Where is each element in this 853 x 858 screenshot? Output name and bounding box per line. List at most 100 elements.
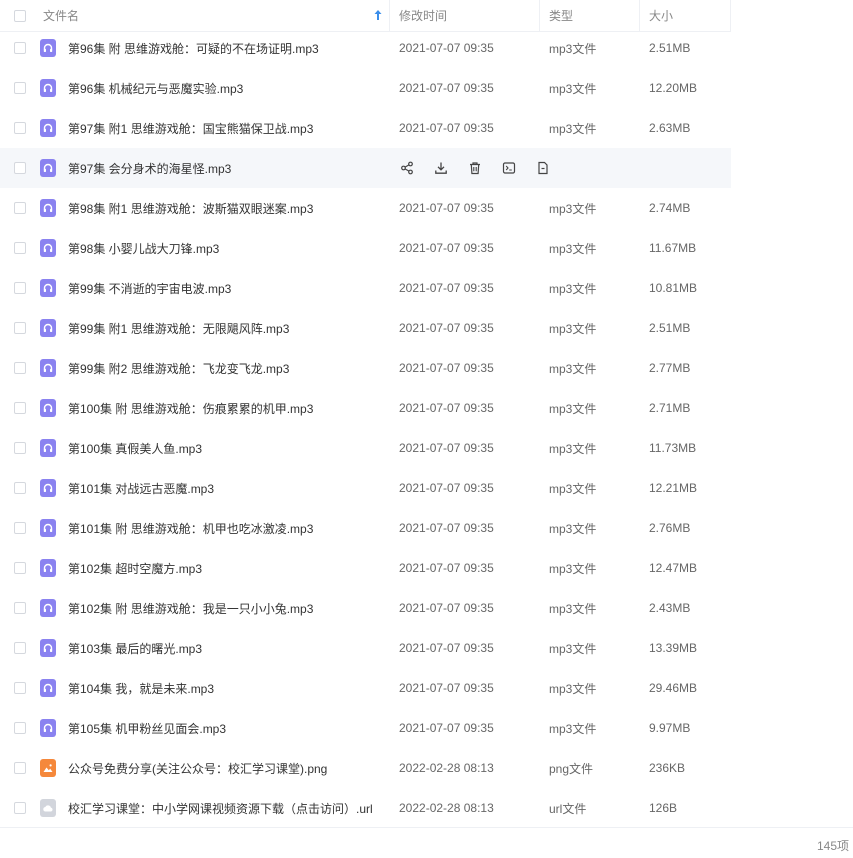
file-icon-cell (40, 519, 68, 537)
file-modified-time: 2021-07-07 09:35 (399, 441, 494, 455)
row-checkbox-cell (0, 722, 40, 734)
row-checkbox[interactable] (14, 802, 26, 814)
file-row[interactable]: 第98集 小婴儿战大刀锋.mp3 2021-07-07 09:35 mp3文件 11.… (0, 228, 731, 268)
file-row[interactable]: 第104集 我，就是未来.mp3 2021-07-07 09:35 mp3文件 29.… (0, 668, 731, 708)
file-size: 2.51MB (649, 41, 691, 55)
share-icon[interactable] (390, 158, 424, 178)
file-list: 第96集 附 思维游戏舱：可疑的不在场证明.mp3 2021-07-07 09:3… (0, 28, 731, 828)
row-checkbox[interactable] (14, 82, 26, 94)
row-checkbox-cell (0, 482, 40, 494)
sort-ascending-icon[interactable] (373, 9, 383, 21)
column-header-size[interactable]: 大小 (640, 0, 731, 31)
file-name[interactable]: 公众号免费分享(关注公众号：校汇学习课堂).png (68, 760, 390, 777)
file-type: mp3文件 (549, 321, 597, 336)
file-name[interactable]: 第101集 附 思维游戏舱：机甲也吃冰激凌.mp3 (68, 520, 390, 537)
row-checkbox[interactable] (14, 322, 26, 334)
file-type: url文件 (549, 801, 587, 816)
row-checkbox[interactable] (14, 202, 26, 214)
row-checkbox[interactable] (14, 362, 26, 374)
file-size: 2.63MB (649, 121, 691, 135)
file-size: 2.77MB (649, 361, 691, 375)
file-size: 126B (649, 801, 678, 815)
row-checkbox[interactable] (14, 642, 26, 654)
column-header-name[interactable]: 文件名 (40, 0, 390, 31)
file-name[interactable]: 第103集 最后的曙光.mp3 (68, 640, 390, 657)
file-row[interactable]: 第100集 真假美人鱼.mp3 2021-07-07 09:35 mp3文件 11.7… (0, 428, 731, 468)
file-name[interactable]: 第99集 附1 思维游戏舱：无限飓风阵.mp3 (68, 320, 390, 337)
file-name[interactable]: 第100集 附 思维游戏舱：伤痕累累的机甲.mp3 (68, 400, 390, 417)
row-checkbox[interactable] (14, 442, 26, 454)
row-checkbox[interactable] (14, 282, 26, 294)
row-checkbox[interactable] (14, 162, 26, 174)
file-name[interactable]: 第96集 附 思维游戏舱：可疑的不在场证明.mp3 (68, 40, 390, 57)
row-checkbox[interactable] (14, 402, 26, 414)
file-type: mp3文件 (549, 561, 597, 576)
file-row[interactable]: 第96集 机械纪元与恶魔实验.mp3 2021-07-07 09:35 mp3文件 1… (0, 68, 731, 108)
file-row[interactable]: 第99集 附2 思维游戏舱：飞龙变飞龙.mp3 2021-07-07 09:35 m… (0, 348, 731, 388)
file-modified-time: 2021-07-07 09:35 (399, 201, 494, 215)
file-name[interactable]: 第102集 超时空魔方.mp3 (68, 560, 390, 577)
file-type: mp3文件 (549, 281, 597, 296)
file-name[interactable]: 第101集 对战远古恶魔.mp3 (68, 480, 390, 497)
audio-file-icon (40, 359, 56, 377)
row-checkbox[interactable] (14, 562, 26, 574)
file-name[interactable]: 校汇学习课堂：中小学网课视频资源下载（点击访问）.url (68, 800, 390, 817)
file-row[interactable]: 第101集 附 思维游戏舱：机甲也吃冰激凌.mp3 2021-07-07 09:3… (0, 508, 731, 548)
file-name[interactable]: 第98集 小婴儿战大刀锋.mp3 (68, 240, 390, 257)
file-row[interactable]: 第96集 附 思维游戏舱：可疑的不在场证明.mp3 2021-07-07 09:3… (0, 28, 731, 68)
file-icon-cell (40, 759, 68, 777)
row-checkbox[interactable] (14, 762, 26, 774)
file-row[interactable]: 第98集 附1 思维游戏舱：波斯猫双眼迷案.mp3 2021-07-07 09:3… (0, 188, 731, 228)
file-row[interactable]: 第101集 对战远古恶魔.mp3 2021-07-07 09:35 mp3文件 12.… (0, 468, 731, 508)
delete-icon[interactable] (458, 158, 492, 178)
row-checkbox[interactable] (14, 42, 26, 54)
row-checkbox[interactable] (14, 482, 26, 494)
file-row[interactable]: 第102集 附 思维游戏舱：我是一只小小兔.mp3 2021-07-07 09:3… (0, 588, 731, 628)
download-icon[interactable] (424, 158, 458, 178)
file-name[interactable]: 第102集 附 思维游戏舱：我是一只小小兔.mp3 (68, 600, 390, 617)
more-icon[interactable] (526, 158, 560, 178)
row-checkbox-cell (0, 362, 40, 374)
file-name[interactable]: 第97集 会分身术的海星怪.mp3 (68, 160, 390, 177)
audio-file-icon (40, 159, 56, 177)
file-modified-time: 2021-07-07 09:35 (399, 481, 494, 495)
file-size: 2.71MB (649, 401, 691, 415)
file-row[interactable]: 第97集 附1 思维游戏舱：国宝熊猫保卫战.mp3 2021-07-07 09:3… (0, 108, 731, 148)
file-name[interactable]: 第99集 不消逝的宇宙电波.mp3 (68, 280, 390, 297)
row-checkbox[interactable] (14, 722, 26, 734)
file-size: 10.81MB (649, 281, 698, 295)
row-checkbox[interactable] (14, 522, 26, 534)
column-header-time-label: 修改时间 (399, 9, 448, 23)
row-checkbox[interactable] (14, 242, 26, 254)
file-modified-time: 2022-02-28 08:13 (399, 761, 494, 775)
file-row[interactable]: 第102集 超时空魔方.mp3 2021-07-07 09:35 mp3文件 12.4… (0, 548, 731, 588)
file-row[interactable]: 第105集 机甲粉丝见面会.mp3 2021-07-07 09:35 mp3文件 9.… (0, 708, 731, 748)
row-checkbox-cell (0, 602, 40, 614)
file-type: mp3文件 (549, 721, 597, 736)
file-row[interactable]: 第99集 不消逝的宇宙电波.mp3 2021-07-07 09:35 mp3文件 10… (0, 268, 731, 308)
row-checkbox[interactable] (14, 122, 26, 134)
file-row[interactable]: 第99集 附1 思维游戏舱：无限飓风阵.mp3 2021-07-07 09:35 m… (0, 308, 731, 348)
file-type: mp3文件 (549, 201, 597, 216)
column-header-type[interactable]: 类型 (540, 0, 640, 31)
file-modified-time: 2021-07-07 09:35 (399, 321, 494, 335)
row-checkbox[interactable] (14, 682, 26, 694)
audio-file-icon (40, 559, 56, 577)
file-row[interactable]: 第97集 会分身术的海星怪.mp3 (0, 148, 731, 188)
file-row[interactable]: 第103集 最后的曙光.mp3 2021-07-07 09:35 mp3文件 13.3… (0, 628, 731, 668)
rename-icon[interactable] (492, 158, 526, 178)
file-name[interactable]: 第104集 我，就是未来.mp3 (68, 680, 390, 697)
file-row[interactable]: 第100集 附 思维游戏舱：伤痕累累的机甲.mp3 2021-07-07 09:3… (0, 388, 731, 428)
file-name[interactable]: 第97集 附1 思维游戏舱：国宝熊猫保卫战.mp3 (68, 120, 390, 137)
file-name[interactable]: 第99集 附2 思维游戏舱：飞龙变飞龙.mp3 (68, 360, 390, 377)
file-name[interactable]: 第96集 机械纪元与恶魔实验.mp3 (68, 80, 390, 97)
file-row[interactable]: 校汇学习课堂：中小学网课视频资源下载（点击访问）.url 2022-02-28 0… (0, 788, 731, 828)
file-icon-cell (40, 79, 68, 97)
row-checkbox[interactable] (14, 602, 26, 614)
column-header-time[interactable]: 修改时间 (390, 0, 540, 31)
file-name[interactable]: 第100集 真假美人鱼.mp3 (68, 440, 390, 457)
file-name[interactable]: 第105集 机甲粉丝见面会.mp3 (68, 720, 390, 737)
file-name[interactable]: 第98集 附1 思维游戏舱：波斯猫双眼迷案.mp3 (68, 200, 390, 217)
file-row[interactable]: 公众号免费分享(关注公众号：校汇学习课堂).png 2022-02-28 08:1… (0, 748, 731, 788)
select-all-checkbox[interactable] (14, 9, 26, 22)
